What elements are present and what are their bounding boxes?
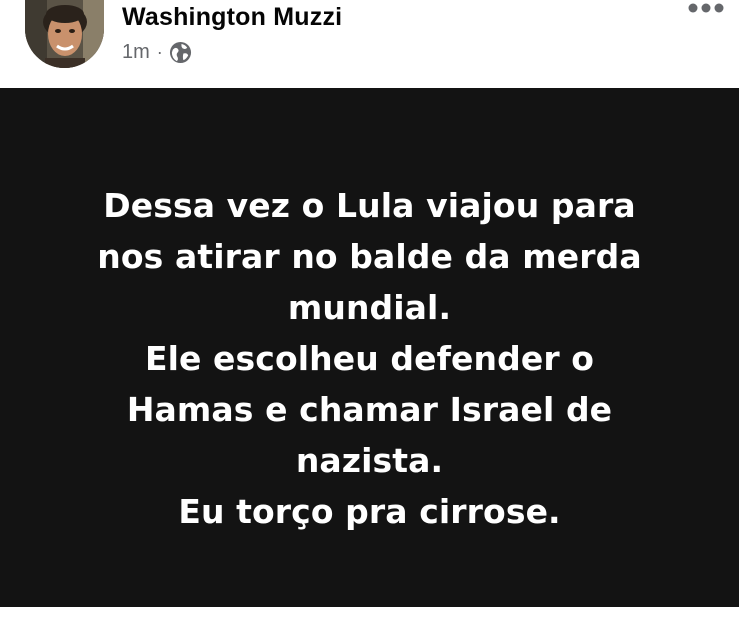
globe-icon[interactable] <box>169 41 192 64</box>
more-options-button[interactable] <box>684 0 728 18</box>
post-timestamp[interactable]: 1m <box>122 38 150 66</box>
avatar-photo <box>25 0 104 68</box>
post-text-line: mundial. <box>287 288 452 327</box>
avatar[interactable] <box>25 0 104 68</box>
meta-separator: · <box>156 42 163 62</box>
post-text-line: Ele escolheu defender o <box>144 339 595 378</box>
post-header: Washington Muzzi 1m · <box>0 0 739 88</box>
author-name[interactable]: Washington Muzzi <box>122 0 342 34</box>
post-text: Dessa vez o Lula viajou para nos atirar … <box>40 180 699 537</box>
more-options-icon <box>688 3 724 13</box>
post-text-line: Eu torço pra cirrose. <box>178 492 561 531</box>
post-meta: 1m · <box>122 38 192 66</box>
post-text-line: Hamas e chamar Israel de <box>126 390 613 429</box>
post-text-line: nazista. <box>295 441 444 480</box>
post-background-card[interactable]: Dessa vez o Lula viajou para nos atirar … <box>0 88 739 607</box>
post-footer-gap <box>0 607 739 621</box>
post-text-line: Dessa vez o Lula viajou para <box>103 186 636 225</box>
post-text-line: nos atirar no balde da merda <box>97 237 642 276</box>
